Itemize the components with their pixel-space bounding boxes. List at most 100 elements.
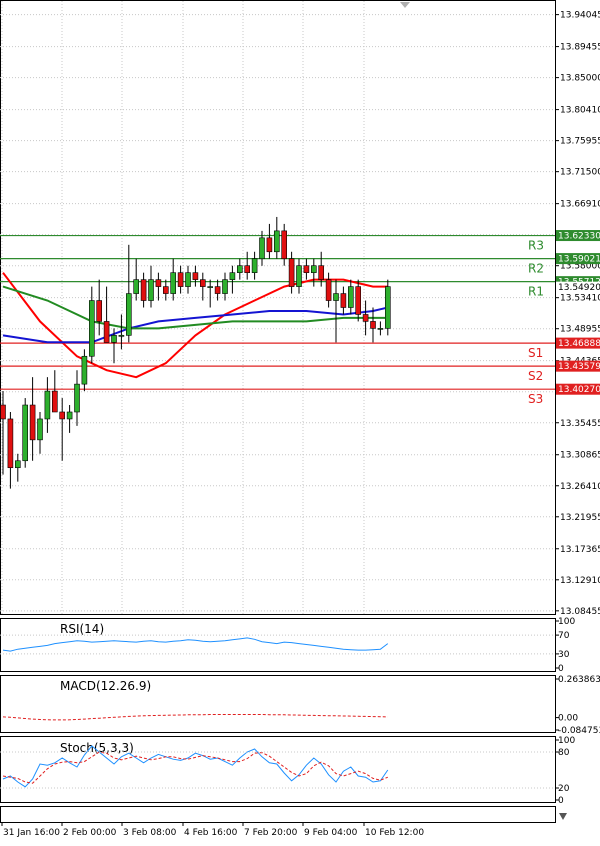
indicator-tick-label: 0 bbox=[558, 796, 564, 806]
level-name-r1: R1 bbox=[528, 285, 544, 299]
candle-body bbox=[347, 286, 354, 308]
candle-body bbox=[273, 230, 280, 253]
time-label: 9 Feb 04:00 bbox=[304, 828, 358, 838]
price-tick-label: 13.89455 bbox=[560, 43, 600, 53]
candle-body bbox=[214, 286, 221, 294]
price-tick-label: 13.48955 bbox=[560, 325, 600, 335]
price-tick-label: 13.17365 bbox=[560, 545, 600, 555]
time-label: 2 Feb 00:00 bbox=[63, 828, 117, 838]
indicator-tick-label: 70 bbox=[558, 631, 570, 641]
level-value-s3: 13.40270 bbox=[558, 385, 600, 395]
candle-body bbox=[281, 230, 288, 260]
price-tick-label: 13.12910 bbox=[560, 576, 600, 586]
candle-body bbox=[37, 418, 43, 441]
candle-body bbox=[325, 279, 332, 301]
price-tick-label: 13.71500 bbox=[560, 168, 600, 178]
candle-body bbox=[163, 286, 169, 294]
candle-body bbox=[170, 272, 176, 294]
price-tick-label: 13.30865 bbox=[560, 451, 600, 461]
candle-body bbox=[29, 404, 36, 441]
level-name-s3: S3 bbox=[528, 392, 543, 406]
candle-body bbox=[310, 265, 317, 273]
candle-body bbox=[266, 237, 273, 253]
candle-body bbox=[96, 300, 102, 322]
candle-body bbox=[355, 286, 362, 315]
candle-body bbox=[148, 279, 154, 301]
candle-body bbox=[118, 335, 125, 337]
indicator-tick-label: 0.263863 bbox=[558, 675, 600, 685]
level-name-s1: S1 bbox=[528, 346, 543, 360]
price-tick-label: 13.80410 bbox=[560, 106, 600, 116]
candle-body bbox=[370, 321, 376, 329]
candle-body bbox=[59, 411, 66, 420]
candle-body bbox=[15, 460, 21, 469]
price-tick-label: 13.53410 bbox=[560, 294, 600, 304]
candle-body bbox=[288, 258, 295, 287]
price-tick-label: 13.94045 bbox=[560, 11, 600, 21]
candle-body bbox=[222, 279, 228, 294]
indicator-tick-label: 0 bbox=[558, 664, 564, 674]
indicator-tick-label: 100 bbox=[558, 736, 575, 746]
candle-body bbox=[126, 293, 132, 336]
candle-body bbox=[362, 314, 369, 322]
price-axis: 13.94045 13.89455 13.85000 13.80410 13.75955… bbox=[555, 11, 600, 617]
candle-body bbox=[384, 286, 391, 329]
candle-body bbox=[207, 286, 213, 288]
price-tick-label: 13.26410 bbox=[560, 482, 600, 492]
time-label: 7 Feb 20:00 bbox=[244, 828, 298, 838]
time-label: 10 Feb 12:00 bbox=[365, 828, 424, 838]
macd-title: MACD(12.26.9) bbox=[60, 679, 151, 693]
time-axis: 31 Jan 16:00 2 Feb 00:00 3 Feb 08:00 4 Feb … bbox=[1, 822, 424, 838]
candle-body bbox=[259, 237, 265, 260]
forex-chart: RSI(14) MACD(12.26.9) Stoch(5,3,3) 13.94… bbox=[0, 0, 600, 838]
rsi-title: RSI(14) bbox=[60, 622, 104, 636]
indicator-tick-label: 0.00 bbox=[558, 714, 578, 724]
candle-body bbox=[0, 404, 6, 420]
candle-body bbox=[340, 293, 347, 308]
candle-body bbox=[51, 390, 58, 413]
candle-body bbox=[155, 279, 162, 287]
level-value-r3: 13.62330 bbox=[558, 232, 600, 242]
time-label: 4 Feb 16:00 bbox=[184, 828, 238, 838]
indicator-tick-label: 20 bbox=[558, 784, 570, 794]
candle-body bbox=[333, 293, 339, 301]
candle-body bbox=[251, 258, 258, 273]
price-tick-label: 13.21955 bbox=[560, 513, 600, 523]
candle-body bbox=[7, 418, 14, 469]
candle-body bbox=[44, 390, 51, 420]
candle-body bbox=[81, 355, 88, 385]
level-value-s1: 13.46888 bbox=[558, 339, 600, 349]
candle-body bbox=[74, 383, 80, 413]
candle-body bbox=[192, 272, 199, 280]
time-label: 3 Feb 08:00 bbox=[123, 828, 177, 838]
candle-body bbox=[133, 279, 139, 294]
time-label: 31 Jan 16:00 bbox=[3, 828, 60, 838]
indicator-tick-label: -0.084753 bbox=[558, 726, 600, 736]
price-tick-label: 13.85000 bbox=[560, 74, 600, 84]
stoch-title: Stoch(5,3,3) bbox=[60, 741, 134, 755]
candle-body bbox=[237, 265, 243, 273]
indicator-tick-label: 30 bbox=[558, 650, 570, 660]
candle-body bbox=[177, 272, 184, 287]
empty-panel bbox=[0, 806, 556, 823]
level-name-r2: R2 bbox=[528, 262, 544, 276]
price-tick-label: 13.08455 bbox=[560, 607, 600, 617]
level-name-s2: S2 bbox=[528, 369, 543, 383]
indicator-tick-label: 80 bbox=[558, 748, 570, 758]
price-tick-label: 13.35455 bbox=[560, 419, 600, 429]
level-value-s2: 13.43579 bbox=[558, 362, 600, 372]
candle-body bbox=[140, 279, 147, 301]
candle-body bbox=[303, 265, 310, 273]
candle-body bbox=[296, 265, 302, 287]
candle-body bbox=[103, 321, 110, 343]
candle-body bbox=[377, 328, 384, 330]
candle-body bbox=[244, 265, 250, 273]
price-tick-label: 13.66910 bbox=[560, 200, 600, 210]
scroll-marker-icon[interactable] bbox=[559, 813, 567, 820]
candle-body bbox=[229, 272, 236, 280]
candle-body bbox=[318, 265, 325, 280]
current-price-label: 13.54920 bbox=[558, 283, 600, 293]
candle-body bbox=[89, 300, 95, 357]
level-value-r2: 13.59021 bbox=[558, 255, 600, 265]
price-tick-label: 13.75955 bbox=[560, 137, 600, 147]
